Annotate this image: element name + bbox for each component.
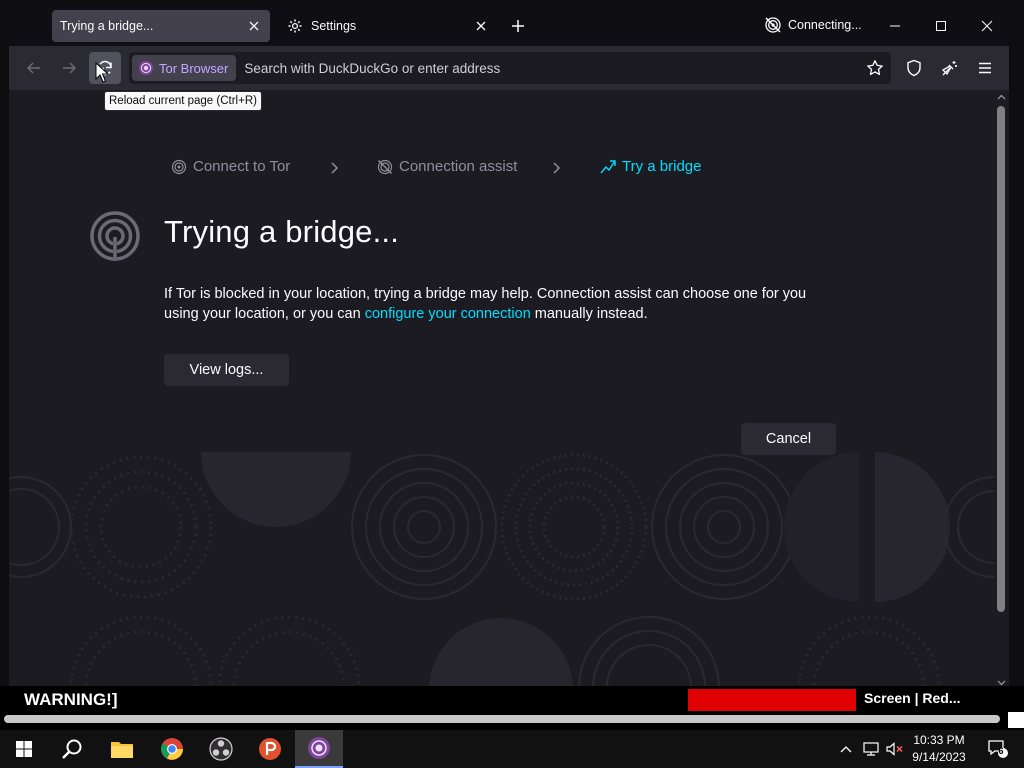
bridge-icon <box>600 159 616 173</box>
tor-onion-icon <box>308 737 330 759</box>
step-connect-to-tor: Connect to Tor <box>171 158 290 175</box>
arrow-left-icon <box>27 62 40 74</box>
tab-trying-a-bridge[interactable]: Trying a bridge... <box>52 10 270 42</box>
tab-strip: Trying a bridge... Settings Connecting..… <box>9 6 1009 46</box>
tab-title: Trying a bridge... <box>60 19 154 33</box>
screen-text: Screen | Red... <box>864 690 961 706</box>
navigation-toolbar: Tor Browser <box>9 46 1009 90</box>
close-tab-icon[interactable] <box>469 14 493 38</box>
maximize-button[interactable] <box>923 12 959 40</box>
network-icon <box>863 742 879 756</box>
folder-icon <box>111 742 133 758</box>
warning-overlay-bar: WARNING!] Screen | Red... <box>0 686 1024 730</box>
tor-onion-icon <box>171 159 187 174</box>
close-tab-icon[interactable] <box>242 14 266 38</box>
search-button[interactable] <box>48 730 96 768</box>
gear-icon <box>285 18 305 34</box>
decorative-circle-pattern <box>9 452 994 690</box>
view-logs-button[interactable]: View logs... <box>164 354 289 386</box>
plus-icon <box>512 20 524 32</box>
red-banner-block <box>688 689 856 711</box>
scroll-up-arrow-icon[interactable] <box>996 92 1007 102</box>
tor-connecting-icon <box>90 211 140 261</box>
close-window-button[interactable] <box>969 12 1005 40</box>
connection-breadcrumb: Connect to Tor Connection assist Try a b… <box>9 158 994 178</box>
step-connection-assist: Connection assist <box>377 158 517 175</box>
volume-button[interactable] <box>884 730 906 768</box>
tor-onion-slash-icon <box>377 159 393 174</box>
chevron-right-icon <box>331 162 339 174</box>
bookmark-star-button[interactable] <box>859 52 891 84</box>
forward-button[interactable] <box>53 52 85 84</box>
page-title: Trying a bridge... <box>164 214 400 249</box>
tor-browser-taskbar-button[interactable] <box>295 730 343 768</box>
notification-count: 6 <box>998 746 1004 756</box>
status-text: Connecting... <box>788 18 862 32</box>
warning-text: WARNING!] <box>24 690 118 709</box>
reload-tooltip: Reload current page (Ctrl+R) <box>104 91 262 111</box>
horizontal-scrollbar[interactable] <box>4 715 1000 723</box>
page-description: If Tor is blocked in your location, tryi… <box>164 284 844 324</box>
clock-date: 9/14/2023 <box>912 750 966 764</box>
tor-onion-icon <box>139 61 153 75</box>
star-icon <box>867 60 883 76</box>
scrollbar-thumb[interactable] <box>997 106 1005 612</box>
psiphon-p-icon <box>259 738 281 760</box>
configure-connection-link[interactable]: configure your connection <box>365 306 531 322</box>
step-label: Connect to Tor <box>193 158 291 175</box>
shield-icon <box>907 59 921 77</box>
show-hidden-icons-button[interactable] <box>836 730 856 768</box>
white-square <box>1008 712 1024 728</box>
screen: Trying a bridge... Settings Connecting..… <box>0 0 1024 768</box>
hamburger-menu-icon <box>979 62 991 74</box>
tor-browser-label: Tor Browser <box>159 60 229 76</box>
step-label: Connection assist <box>399 158 518 175</box>
chrome-icon <box>161 738 183 760</box>
close-icon <box>981 20 993 32</box>
tab-settings[interactable]: Settings <box>279 10 497 42</box>
volume-muted-icon <box>886 742 903 756</box>
new-identity-broom-icon <box>941 61 957 76</box>
network-button[interactable] <box>860 730 882 768</box>
new-tab-button[interactable] <box>506 14 530 38</box>
security-level-button[interactable] <box>898 52 930 84</box>
chevron-up-icon <box>840 746 852 753</box>
obs-button[interactable] <box>197 730 245 768</box>
chrome-button[interactable] <box>148 730 196 768</box>
minimize-icon <box>890 25 900 27</box>
cancel-button[interactable]: Cancel <box>741 423 836 455</box>
start-button[interactable] <box>0 730 48 768</box>
step-label: Try a bridge <box>622 158 702 175</box>
description-text-end: manually instead. <box>530 306 648 322</box>
file-explorer-button[interactable] <box>98 730 146 768</box>
windows-logo-icon <box>16 741 32 757</box>
browser-window: Trying a bridge... Settings Connecting..… <box>9 6 1009 690</box>
arrow-right-icon <box>63 62 76 74</box>
tor-onion-slash-icon <box>765 17 781 33</box>
tor-browser-identity-badge[interactable]: Tor Browser <box>132 55 237 81</box>
new-identity-button[interactable] <box>934 52 966 84</box>
search-icon <box>62 739 82 759</box>
maximize-icon <box>936 21 946 31</box>
minimize-button[interactable] <box>877 12 913 40</box>
action-center-button[interactable]: 6 <box>978 730 1018 768</box>
step-try-a-bridge: Try a bridge <box>600 158 701 175</box>
back-button[interactable] <box>18 52 50 84</box>
psiphon-button[interactable] <box>246 730 294 768</box>
obs-icon <box>209 737 233 761</box>
system-clock[interactable]: 10:33 PM 9/14/2023 <box>906 732 972 766</box>
chevron-right-icon <box>553 162 561 174</box>
mouse-cursor-icon <box>95 62 109 83</box>
windows-taskbar: 10:33 PM 9/14/2023 6 <box>0 730 1024 768</box>
menu-button[interactable] <box>969 52 1001 84</box>
address-bar[interactable]: Tor Browser <box>129 52 891 84</box>
tor-connection-status[interactable]: Connecting... <box>764 16 862 34</box>
vertical-scrollbar[interactable] <box>994 90 1009 690</box>
clock-time: 10:33 PM <box>913 733 965 747</box>
page-content: Connect to Tor Connection assist Try a b… <box>9 90 994 690</box>
url-input[interactable] <box>244 60 891 76</box>
tab-title: Settings <box>311 19 357 33</box>
